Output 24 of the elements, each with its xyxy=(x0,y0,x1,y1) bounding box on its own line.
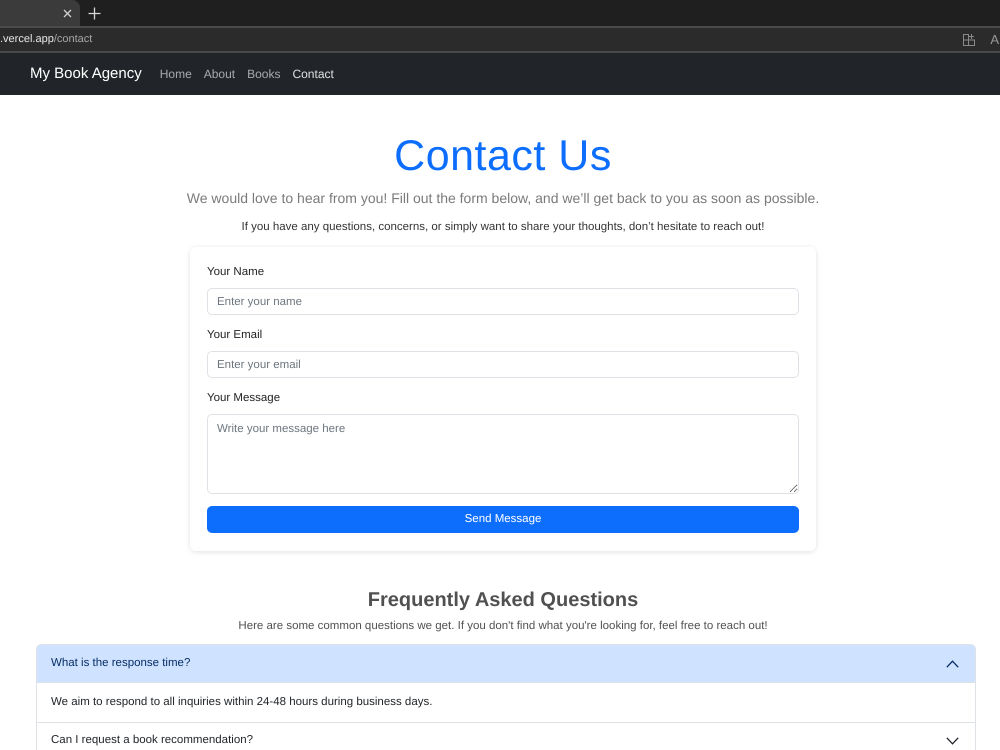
text-field[interactable]: Enter your name xyxy=(207,288,799,316)
send-button[interactable]: Send Message xyxy=(207,506,799,534)
field-label: Your Name xyxy=(207,265,264,280)
plus-icon[interactable] xyxy=(88,6,101,20)
text-field[interactable]: Enter your email xyxy=(207,351,799,378)
nav-link[interactable]: Contact xyxy=(286,65,340,83)
brand-title[interactable]: My Book Agency xyxy=(30,62,142,86)
section-title: Frequently Asked Questions xyxy=(366,588,640,612)
section-intro: Here are some common questions we get. If you don't find what you're looking for, feel free to reach out! xyxy=(237,619,769,634)
nav-link[interactable]: About xyxy=(198,65,242,83)
field-label: Your Message xyxy=(207,391,280,406)
url-path: /contact xyxy=(54,32,92,48)
read-aloud-glyph[interactable]: A xyxy=(990,33,999,46)
page-note: If you have any questions, concerns, or simply want to share your thoughts, don’t hesitate to reach out! xyxy=(240,220,766,236)
faq-question[interactable]: What is the response time? xyxy=(37,645,975,682)
page-intro: We would love to hear from you! Fill out the form below, and we’ll get back to you as soon as possible. xyxy=(186,189,820,208)
message-field[interactable]: Write your message here xyxy=(207,414,799,494)
split-screen-icon[interactable] xyxy=(963,34,976,46)
close-icon[interactable] xyxy=(63,8,72,18)
nav-link[interactable]: Books xyxy=(241,65,286,83)
field-label: Your Email xyxy=(207,328,262,344)
page-title: Contact Us xyxy=(393,135,613,178)
nav-link[interactable]: Home xyxy=(154,65,198,83)
url-host: .vercel.app xyxy=(0,32,54,48)
